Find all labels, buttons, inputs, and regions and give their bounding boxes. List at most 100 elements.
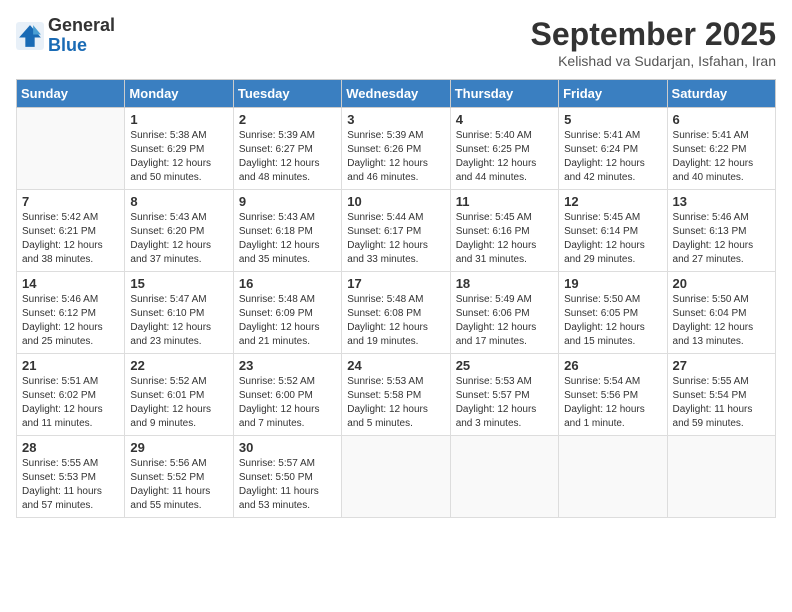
cell-info: Sunrise: 5:39 AM Sunset: 6:27 PM Dayligh… (239, 129, 336, 185)
calendar-week-row: 14 Sunrise: 5:46 AM Sunset: 6:12 PM Dayli… (17, 272, 776, 354)
calendar-cell (450, 436, 558, 518)
calendar-cell: 12 Sunrise: 5:45 AM Sunset: 6:14 PM Dayli… (559, 190, 667, 272)
calendar-cell: 19 Sunrise: 5:50 AM Sunset: 6:05 PM Dayli… (559, 272, 667, 354)
calendar-week-row: 28Sunrise: 5:55 AM Sunset: 5:53 PM Dayli… (17, 436, 776, 518)
calendar-cell: 23 Sunrise: 5:52 AM Sunset: 6:00 PM Dayli… (233, 354, 341, 436)
cell-info: Sunrise: 5:44 AM Sunset: 6:17 PM Dayligh… (347, 211, 444, 267)
calendar-cell: 25Sunrise: 5:53 AM Sunset: 5:57 PM Dayli… (450, 354, 558, 436)
cell-info: Sunrise: 5:43 AM Sunset: 6:18 PM Dayligh… (239, 211, 336, 267)
cell-info: Sunrise: 5:41 AM Sunset: 6:22 PM Dayligh… (673, 129, 770, 185)
weekday-header: Saturday (667, 80, 775, 108)
calendar-cell: 24 Sunrise: 5:53 AM Sunset: 5:58 PM Dayli… (342, 354, 450, 436)
calendar-cell: 28Sunrise: 5:55 AM Sunset: 5:53 PM Dayli… (17, 436, 125, 518)
logo: General Blue (16, 16, 115, 56)
day-number: 23 (239, 358, 336, 373)
day-number: 4 (456, 112, 553, 127)
calendar-cell: 7 Sunrise: 5:42 AM Sunset: 6:21 PM Daylig… (17, 190, 125, 272)
weekday-header: Wednesday (342, 80, 450, 108)
day-number: 2 (239, 112, 336, 127)
calendar-cell: 30 Sunrise: 5:57 AM Sunset: 5:50 PM Dayli… (233, 436, 341, 518)
weekday-header: Friday (559, 80, 667, 108)
calendar-cell: 2 Sunrise: 5:39 AM Sunset: 6:27 PM Daylig… (233, 108, 341, 190)
calendar-cell: 5 Sunrise: 5:41 AM Sunset: 6:24 PM Daylig… (559, 108, 667, 190)
cell-info: Sunrise: 5:42 AM Sunset: 6:21 PM Dayligh… (22, 211, 119, 267)
calendar-cell: 11Sunrise: 5:45 AM Sunset: 6:16 PM Dayli… (450, 190, 558, 272)
calendar-cell: 14 Sunrise: 5:46 AM Sunset: 6:12 PM Dayli… (17, 272, 125, 354)
logo-line1: General (48, 16, 115, 36)
cell-info: Sunrise: 5:45 AM Sunset: 6:14 PM Dayligh… (564, 211, 661, 267)
page-header: General Blue September 2025 Kelishad va … (16, 16, 776, 69)
calendar-cell: 29 Sunrise: 5:56 AM Sunset: 5:52 PM Dayli… (125, 436, 233, 518)
day-number: 30 (239, 440, 336, 455)
month-title: September 2025 (531, 16, 776, 53)
cell-info: Sunrise: 5:52 AM Sunset: 6:00 PM Dayligh… (239, 375, 336, 431)
weekday-header: Sunday (17, 80, 125, 108)
day-number: 15 (130, 276, 227, 291)
day-number: 1 (130, 112, 227, 127)
cell-info: Sunrise: 5:50 AM Sunset: 6:05 PM Dayligh… (564, 293, 661, 349)
calendar-cell: 17 Sunrise: 5:48 AM Sunset: 6:08 PM Dayli… (342, 272, 450, 354)
calendar-week-row: 1 Sunrise: 5:38 AM Sunset: 6:29 PM Daylig… (17, 108, 776, 190)
calendar-cell (17, 108, 125, 190)
day-number: 8 (130, 194, 227, 209)
calendar-cell: 27 Sunrise: 5:55 AM Sunset: 5:54 PM Dayli… (667, 354, 775, 436)
cell-info: Sunrise: 5:56 AM Sunset: 5:52 PM Dayligh… (130, 457, 227, 513)
cell-info: Sunrise: 5:55 AM Sunset: 5:53 PM Dayligh… (22, 457, 119, 513)
day-number: 24 (347, 358, 444, 373)
cell-info: Sunrise: 5:53 AM Sunset: 5:58 PM Dayligh… (347, 375, 444, 431)
calendar-cell: 26Sunrise: 5:54 AM Sunset: 5:56 PM Dayli… (559, 354, 667, 436)
cell-info: Sunrise: 5:46 AM Sunset: 6:12 PM Dayligh… (22, 293, 119, 349)
day-number: 17 (347, 276, 444, 291)
weekday-header: Tuesday (233, 80, 341, 108)
cell-info: Sunrise: 5:38 AM Sunset: 6:29 PM Dayligh… (130, 129, 227, 185)
cell-info: Sunrise: 5:39 AM Sunset: 6:26 PM Dayligh… (347, 129, 444, 185)
calendar-cell: 18Sunrise: 5:49 AM Sunset: 6:06 PM Dayli… (450, 272, 558, 354)
cell-info: Sunrise: 5:41 AM Sunset: 6:24 PM Dayligh… (564, 129, 661, 185)
cell-info: Sunrise: 5:54 AM Sunset: 5:56 PM Dayligh… (564, 375, 661, 431)
day-number: 19 (564, 276, 661, 291)
day-number: 6 (673, 112, 770, 127)
calendar-week-row: 21Sunrise: 5:51 AM Sunset: 6:02 PM Dayli… (17, 354, 776, 436)
day-number: 27 (673, 358, 770, 373)
cell-info: Sunrise: 5:48 AM Sunset: 6:09 PM Dayligh… (239, 293, 336, 349)
day-number: 12 (564, 194, 661, 209)
calendar-cell: 9Sunrise: 5:43 AM Sunset: 6:18 PM Daylig… (233, 190, 341, 272)
day-number: 29 (130, 440, 227, 455)
calendar-table: SundayMondayTuesdayWednesdayThursdayFrid… (16, 79, 776, 518)
logo-line2: Blue (48, 36, 115, 56)
calendar-cell (667, 436, 775, 518)
calendar-week-row: 7 Sunrise: 5:42 AM Sunset: 6:21 PM Daylig… (17, 190, 776, 272)
cell-info: Sunrise: 5:47 AM Sunset: 6:10 PM Dayligh… (130, 293, 227, 349)
cell-info: Sunrise: 5:57 AM Sunset: 5:50 PM Dayligh… (239, 457, 336, 513)
calendar-cell: 20 Sunrise: 5:50 AM Sunset: 6:04 PM Dayli… (667, 272, 775, 354)
day-number: 13 (673, 194, 770, 209)
cell-info: Sunrise: 5:50 AM Sunset: 6:04 PM Dayligh… (673, 293, 770, 349)
logo-text: General Blue (48, 16, 115, 56)
weekday-header-row: SundayMondayTuesdayWednesdayThursdayFrid… (17, 80, 776, 108)
calendar-cell: 22Sunrise: 5:52 AM Sunset: 6:01 PM Dayli… (125, 354, 233, 436)
day-number: 20 (673, 276, 770, 291)
calendar-cell: 13Sunrise: 5:46 AM Sunset: 6:13 PM Dayli… (667, 190, 775, 272)
calendar-cell (559, 436, 667, 518)
cell-info: Sunrise: 5:55 AM Sunset: 5:54 PM Dayligh… (673, 375, 770, 431)
calendar-cell: 4 Sunrise: 5:40 AM Sunset: 6:25 PM Daylig… (450, 108, 558, 190)
cell-info: Sunrise: 5:48 AM Sunset: 6:08 PM Dayligh… (347, 293, 444, 349)
title-block: September 2025 Kelishad va Sudarjan, Isf… (531, 16, 776, 69)
day-number: 16 (239, 276, 336, 291)
location-title: Kelishad va Sudarjan, Isfahan, Iran (531, 53, 776, 69)
calendar-cell: 15 Sunrise: 5:47 AM Sunset: 6:10 PM Dayli… (125, 272, 233, 354)
calendar-cell: 3Sunrise: 5:39 AM Sunset: 6:26 PM Daylig… (342, 108, 450, 190)
calendar-cell: 21Sunrise: 5:51 AM Sunset: 6:02 PM Dayli… (17, 354, 125, 436)
day-number: 18 (456, 276, 553, 291)
day-number: 7 (22, 194, 119, 209)
weekday-header: Monday (125, 80, 233, 108)
cell-info: Sunrise: 5:53 AM Sunset: 5:57 PM Dayligh… (456, 375, 553, 431)
day-number: 14 (22, 276, 119, 291)
cell-info: Sunrise: 5:40 AM Sunset: 6:25 PM Dayligh… (456, 129, 553, 185)
cell-info: Sunrise: 5:45 AM Sunset: 6:16 PM Dayligh… (456, 211, 553, 267)
day-number: 5 (564, 112, 661, 127)
cell-info: Sunrise: 5:51 AM Sunset: 6:02 PM Dayligh… (22, 375, 119, 431)
calendar-cell: 6 Sunrise: 5:41 AM Sunset: 6:22 PM Daylig… (667, 108, 775, 190)
calendar-cell: 16 Sunrise: 5:48 AM Sunset: 6:09 PM Dayli… (233, 272, 341, 354)
calendar-cell: 1 Sunrise: 5:38 AM Sunset: 6:29 PM Daylig… (125, 108, 233, 190)
